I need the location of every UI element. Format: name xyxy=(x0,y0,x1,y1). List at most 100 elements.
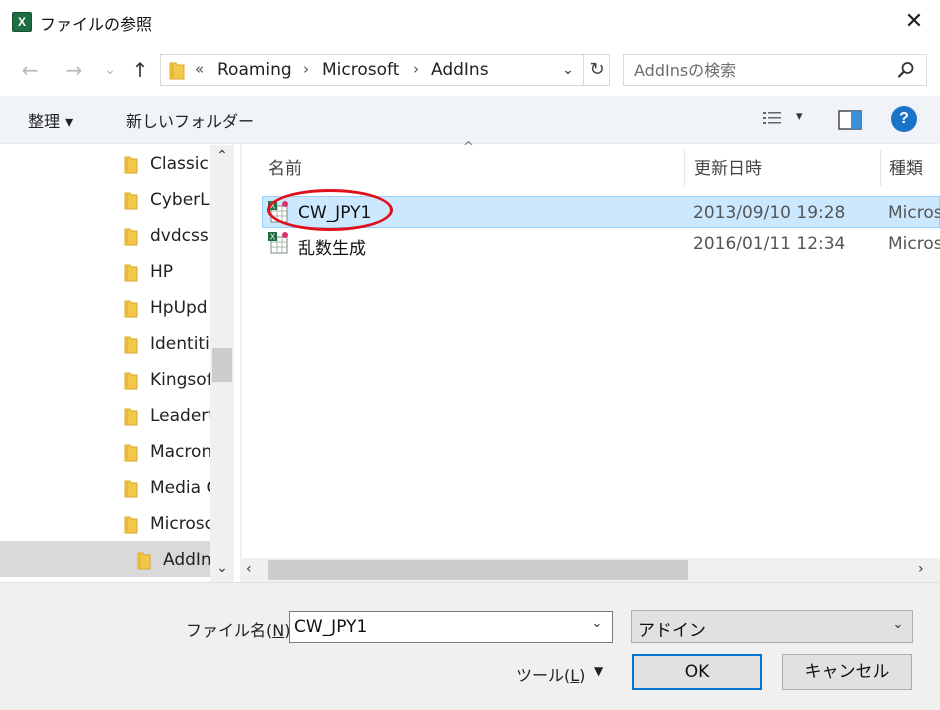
folder-icon xyxy=(124,228,138,246)
address-divider xyxy=(583,55,584,85)
column-header-name[interactable]: 名前 xyxy=(268,154,302,179)
organize-button[interactable]: 整理 ▾ xyxy=(28,108,73,132)
help-icon[interactable]: ? xyxy=(891,106,917,132)
tree-item-label: Identitie xyxy=(150,334,210,354)
breadcrumb-separator[interactable]: › xyxy=(413,60,419,78)
details-view-icon xyxy=(763,112,781,124)
folder-icon xyxy=(124,516,138,534)
search-box[interactable] xyxy=(623,54,927,86)
tree-item-label: Media C xyxy=(150,478,210,498)
tree-scroll-thumb[interactable] xyxy=(212,348,232,382)
tools-button[interactable]: ツール(L) xyxy=(516,662,585,686)
address-history-dropdown[interactable]: ⌄ xyxy=(557,59,579,81)
tree-item[interactable]: HpUpd xyxy=(0,291,210,327)
column-header-date[interactable]: 更新日時 xyxy=(694,154,762,179)
tree-item[interactable]: AddIn xyxy=(0,543,210,579)
tree-item-label: ClassicS xyxy=(150,154,210,174)
folder-icon xyxy=(124,156,138,174)
dialog-footer xyxy=(0,582,940,710)
filename-input[interactable] xyxy=(294,616,574,638)
search-input[interactable] xyxy=(634,59,884,81)
tools-label-text: ツール( xyxy=(516,666,571,685)
address-bar[interactable]: « Roaming › Microsoft › AddIns ⌄ ↻ xyxy=(160,54,610,86)
filename-label-text: ファイル名( xyxy=(186,621,273,640)
column-separator[interactable] xyxy=(684,150,685,186)
breadcrumb-microsoft[interactable]: Microsoft xyxy=(322,60,399,80)
folder-icon xyxy=(124,192,138,210)
filename-accesskey: N xyxy=(272,621,285,640)
folder-icon xyxy=(124,408,138,426)
highlight-ring-annotation xyxy=(267,189,393,231)
file-date: 2016/01/11 12:34 xyxy=(693,234,846,254)
file-name-ransu-seisei[interactable]: 乱数生成 xyxy=(298,234,366,259)
recent-locations-dropdown[interactable]: ⌄ xyxy=(98,58,122,82)
close-button[interactable]: ✕ xyxy=(892,4,936,42)
file-type: Micros xyxy=(888,234,940,254)
filename-combobox[interactable] xyxy=(289,611,613,643)
scroll-left-arrow[interactable]: ‹ xyxy=(246,561,252,577)
folder-icon xyxy=(169,62,185,80)
search-icon[interactable] xyxy=(896,60,916,80)
tools-dropdown-arrow[interactable]: ▼ xyxy=(594,664,603,678)
tree-item-label: Kingsof xyxy=(150,370,210,390)
tree-item[interactable]: Identitie xyxy=(0,327,210,363)
window-title: ファイルの参照 xyxy=(40,15,153,34)
folder-icon xyxy=(124,300,138,318)
tree-scroll-up-arrow[interactable]: ⌃ xyxy=(210,148,234,170)
breadcrumb-addins[interactable]: AddIns xyxy=(431,60,489,80)
filename-label: ファイル名(N): xyxy=(186,617,296,641)
tree-item[interactable]: ClassicS xyxy=(0,147,210,183)
excel-app-icon: X xyxy=(12,12,32,32)
change-view-button[interactable]: ▾ xyxy=(762,108,808,132)
column-header-type[interactable]: 種類 xyxy=(889,154,923,179)
tree-item[interactable]: HP xyxy=(0,255,210,291)
column-separator[interactable] xyxy=(880,150,881,186)
tree-item-label: CyberLi xyxy=(150,190,210,210)
view-dropdown-arrow[interactable]: ▾ xyxy=(796,109,803,124)
forward-button[interactable]: → xyxy=(62,58,86,82)
pane-divider[interactable] xyxy=(240,145,242,582)
file-date: 2013/09/10 19:28 xyxy=(693,203,846,223)
horizontal-scroll-thumb[interactable] xyxy=(268,560,688,580)
folder-icon xyxy=(124,444,138,462)
filetype-select[interactable]: アドイン ⌄ xyxy=(631,610,913,643)
tree-item-label: dvdcss xyxy=(150,226,209,246)
folder-icon xyxy=(124,480,138,498)
tree-item[interactable]: Microsc xyxy=(0,507,210,543)
tree-item[interactable]: Kingsof xyxy=(0,363,210,399)
ok-button[interactable]: OK xyxy=(632,654,762,690)
folder-icon xyxy=(124,372,138,390)
scroll-right-arrow[interactable]: › xyxy=(918,561,924,577)
folder-icon xyxy=(137,552,151,570)
excel-addin-file-icon: X xyxy=(268,232,288,254)
tree-scroll-down-arrow[interactable]: ⌄ xyxy=(210,560,234,582)
filename-history-dropdown[interactable]: ⌄ xyxy=(586,616,608,638)
breadcrumb-roaming[interactable]: Roaming xyxy=(217,60,292,80)
tree-item-label: Macron xyxy=(150,442,210,462)
up-folder-button[interactable]: ↑ xyxy=(128,58,152,82)
tools-accesskey: L xyxy=(570,666,580,685)
breadcrumb-separator[interactable]: › xyxy=(303,60,309,78)
chevron-down-icon[interactable]: ⌄ xyxy=(888,617,908,637)
tree-item[interactable]: Media C xyxy=(0,471,210,507)
folder-icon xyxy=(124,336,138,354)
tree-item[interactable]: Macron xyxy=(0,435,210,471)
cancel-button[interactable]: キャンセル xyxy=(782,654,912,690)
folder-icon xyxy=(124,264,138,282)
new-folder-button[interactable]: 新しいフォルダー xyxy=(126,108,254,132)
address-overflow-chevron[interactable]: « xyxy=(195,60,204,78)
tree-item-label: HP xyxy=(150,262,174,282)
tree-item-label: Microsc xyxy=(150,514,210,534)
tree-item-label: HpUpd xyxy=(150,298,208,318)
file-type: Micros xyxy=(888,203,940,223)
sort-ascending-icon: ^ xyxy=(463,140,474,155)
tree-item-label: Leadert xyxy=(150,406,210,426)
filetype-value: アドイン xyxy=(638,621,706,641)
tree-item[interactable]: dvdcss xyxy=(0,219,210,255)
tree-item-label: AddIn xyxy=(163,550,210,570)
tree-item[interactable]: CyberLi xyxy=(0,183,210,219)
refresh-button[interactable]: ↻ xyxy=(585,58,609,82)
tree-item[interactable]: Leadert xyxy=(0,399,210,435)
back-button[interactable]: ← xyxy=(18,58,42,82)
preview-pane-icon[interactable] xyxy=(838,109,862,131)
